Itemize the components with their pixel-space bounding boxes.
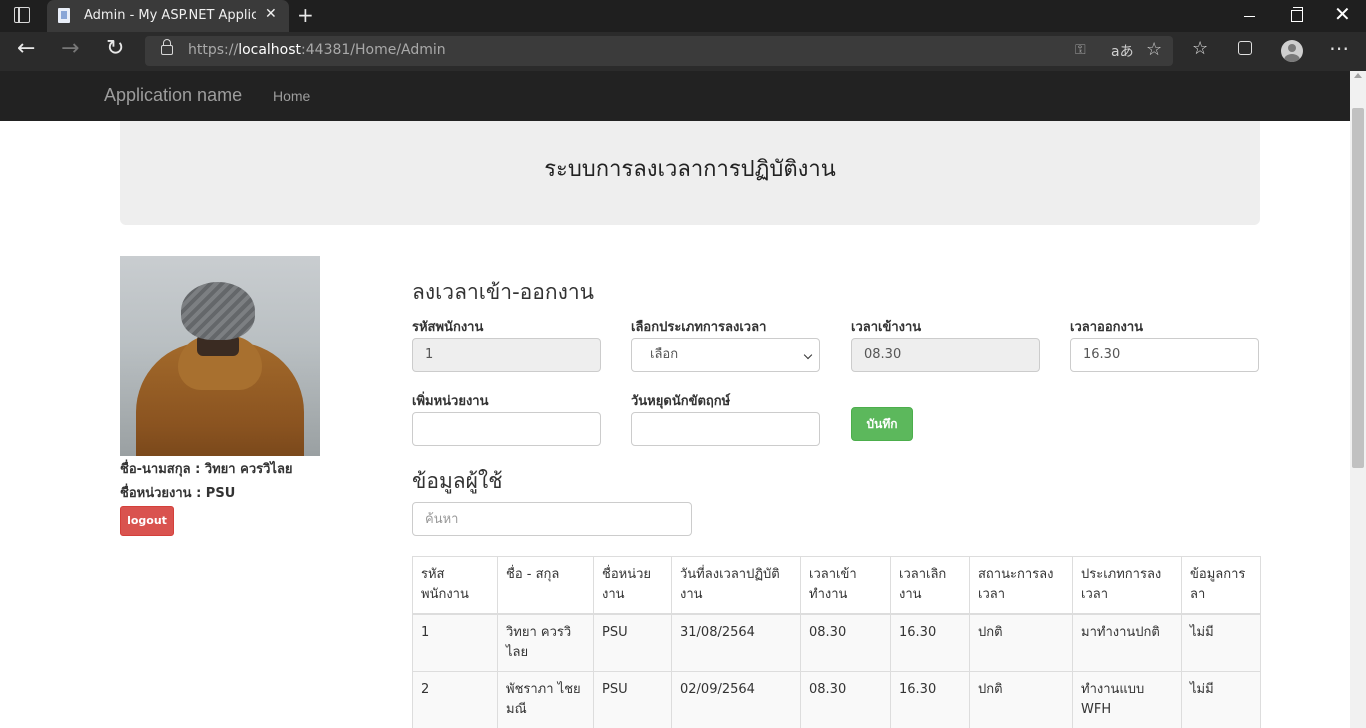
jumbotron: ระบบการลงเวลาการปฏิบัติงาน: [120, 121, 1260, 225]
page-favicon-icon: [58, 8, 70, 23]
browser-tab[interactable]: Admin - My ASP.NET Application ✕: [47, 0, 289, 32]
logout-button[interactable]: logout: [120, 506, 174, 536]
table-cell: 16.30: [890, 671, 970, 728]
table-cell: PSU: [593, 671, 672, 728]
profile-name-label: ชื่อ-นามสกุล :: [120, 462, 205, 477]
table-cell: 02/09/2564: [671, 671, 801, 728]
add-favorite-icon[interactable]: ☆: [1146, 39, 1162, 60]
employee-id-field[interactable]: 1: [412, 338, 601, 372]
minimize-icon[interactable]: [1244, 16, 1255, 17]
profile-avatar-icon[interactable]: [1281, 40, 1303, 62]
users-table: รหัสพนักงาน ชื่อ - สกุล ชื่อหน่วยงาน วัน…: [412, 556, 1261, 728]
forward-arrow-icon[interactable]: →: [61, 36, 79, 61]
browser-toolbar: ← → ↻ https://localhost:44381/Home/Admin…: [0, 32, 1366, 71]
column-header: เวลาเข้าทำงาน: [800, 556, 891, 615]
read-aloud-icon[interactable]: aあ: [1111, 41, 1134, 61]
table-row: 2 พัชราภา ไชยมณี PSU 02/09/2564 08.30 16…: [412, 671, 1261, 728]
table-cell: ทำงานแบบ WFH: [1072, 671, 1182, 728]
favorites-icon[interactable]: ☆: [1192, 38, 1208, 59]
nav-home-link[interactable]: Home: [273, 88, 310, 104]
table-cell: 2: [412, 671, 498, 728]
profile-unit-label: ชื่อหน่วยงาน :: [120, 486, 206, 501]
search-input[interactable]: [412, 502, 692, 536]
page-content: Application name Home ระบบการลงเวลาการปฏ…: [0, 71, 1350, 728]
chevron-down-icon: [803, 350, 813, 360]
time-out-label: เวลาออกงาน: [1070, 320, 1144, 335]
column-header: ชื่อหน่วยงาน: [593, 556, 672, 615]
column-header: เวลาเลิกงาน: [890, 556, 970, 615]
table-cell: 08.30: [800, 613, 891, 672]
table-cell: 16.30: [890, 613, 970, 672]
lock-icon[interactable]: [161, 39, 173, 55]
add-unit-label: เพิ่มหน่วยงาน: [412, 394, 489, 409]
time-out-field[interactable]: 16.30: [1070, 338, 1259, 372]
table-cell: วิทยา ควรวิไลย: [497, 613, 594, 672]
scroll-up-arrow-icon[interactable]: [1354, 73, 1362, 78]
site-navbar: Application name Home: [0, 71, 1350, 121]
table-cell: 08.30: [800, 671, 891, 728]
holiday-field[interactable]: [631, 412, 820, 446]
brand-link[interactable]: Application name: [104, 85, 242, 106]
reload-icon[interactable]: ↻: [106, 36, 124, 61]
profile-unit-value: PSU: [205, 486, 236, 501]
column-header: ข้อมูลการลา: [1181, 556, 1261, 615]
back-arrow-icon[interactable]: ←: [17, 36, 35, 61]
restore-icon[interactable]: [1291, 7, 1303, 22]
tab-bar: Admin - My ASP.NET Application ✕ + ✕: [0, 0, 1366, 32]
table-cell: ปกติ: [969, 671, 1073, 728]
users-title: ข้อมูลผู้ใช้: [412, 469, 503, 493]
window-close-icon[interactable]: ✕: [1334, 2, 1351, 26]
profile-unit: ชื่อหน่วยงาน : PSU: [120, 482, 235, 503]
new-tab-icon[interactable]: +: [297, 3, 314, 27]
more-menu-icon[interactable]: ⋯: [1329, 36, 1349, 60]
time-type-value: เลือก: [650, 347, 679, 362]
table-cell: 1: [412, 613, 498, 672]
url-scheme: https://: [188, 42, 239, 58]
table-cell: 31/08/2564: [671, 613, 801, 672]
url-text[interactable]: https://localhost:44381/Home/Admin: [188, 42, 446, 58]
table-header-row: รหัสพนักงาน ชื่อ - สกุล ชื่อหน่วยงาน วัน…: [412, 556, 1261, 615]
column-header: วันที่ลงเวลาปฏิบัติงาน: [671, 556, 801, 615]
add-unit-field[interactable]: [412, 412, 601, 446]
page-scrollbar[interactable]: [1350, 71, 1366, 728]
url-path: :44381/Home/Admin: [301, 42, 446, 58]
save-button[interactable]: บันทึก: [851, 407, 913, 441]
column-header: รหัสพนักงาน: [412, 556, 498, 615]
browser-chrome: Admin - My ASP.NET Application ✕ + ✕ ← →…: [0, 0, 1366, 71]
tab-close-icon[interactable]: ✕: [265, 6, 277, 22]
table-cell: ไม่มี: [1181, 671, 1261, 728]
profile-name-value: วิทยา ควรวิไลย: [204, 462, 293, 477]
form-title: ลงเวลาเข้า-ออกงาน: [412, 280, 594, 304]
url-host: localhost: [238, 42, 302, 58]
column-header: สถานะการลงเวลา: [969, 556, 1073, 615]
page-title: ระบบการลงเวลาการปฏิบัติงาน: [544, 157, 836, 182]
employee-id-label: รหัสพนักงาน: [412, 320, 484, 335]
profile-name: ชื่อ-นามสกุล : วิทยา ควรวิไลย: [120, 458, 293, 479]
address-bar[interactable]: https://localhost:44381/Home/Admin ⚿ aあ …: [145, 36, 1173, 66]
time-type-select[interactable]: เลือก: [631, 338, 820, 372]
table-cell: ปกติ: [969, 613, 1073, 672]
time-type-label: เลือกประเภทการลงเวลา: [631, 320, 767, 335]
table-cell: มาทำงานปกติ: [1072, 613, 1182, 672]
scrollbar-thumb[interactable]: [1352, 108, 1364, 468]
table-cell: พัชราภา ไชยมณี: [497, 671, 594, 728]
tab-actions-icon[interactable]: [14, 7, 30, 23]
holiday-label: วันหยุดนักขัตฤกษ์: [631, 394, 731, 409]
collections-icon[interactable]: [1238, 41, 1252, 55]
time-in-label: เวลาเข้างาน: [851, 320, 922, 335]
table-row: 1 วิทยา ควรวิไลย PSU 31/08/2564 08.30 16…: [412, 613, 1261, 672]
profile-photo: [120, 256, 320, 456]
table-cell: ไม่มี: [1181, 613, 1261, 672]
table-cell: PSU: [593, 613, 672, 672]
column-header: ประเภทการลงเวลา: [1072, 556, 1182, 615]
column-header: ชื่อ - สกุล: [497, 556, 594, 615]
tab-title: Admin - My ASP.NET Application: [84, 8, 256, 23]
key-icon[interactable]: ⚿: [1075, 42, 1086, 58]
time-in-field[interactable]: 08.30: [851, 338, 1040, 372]
